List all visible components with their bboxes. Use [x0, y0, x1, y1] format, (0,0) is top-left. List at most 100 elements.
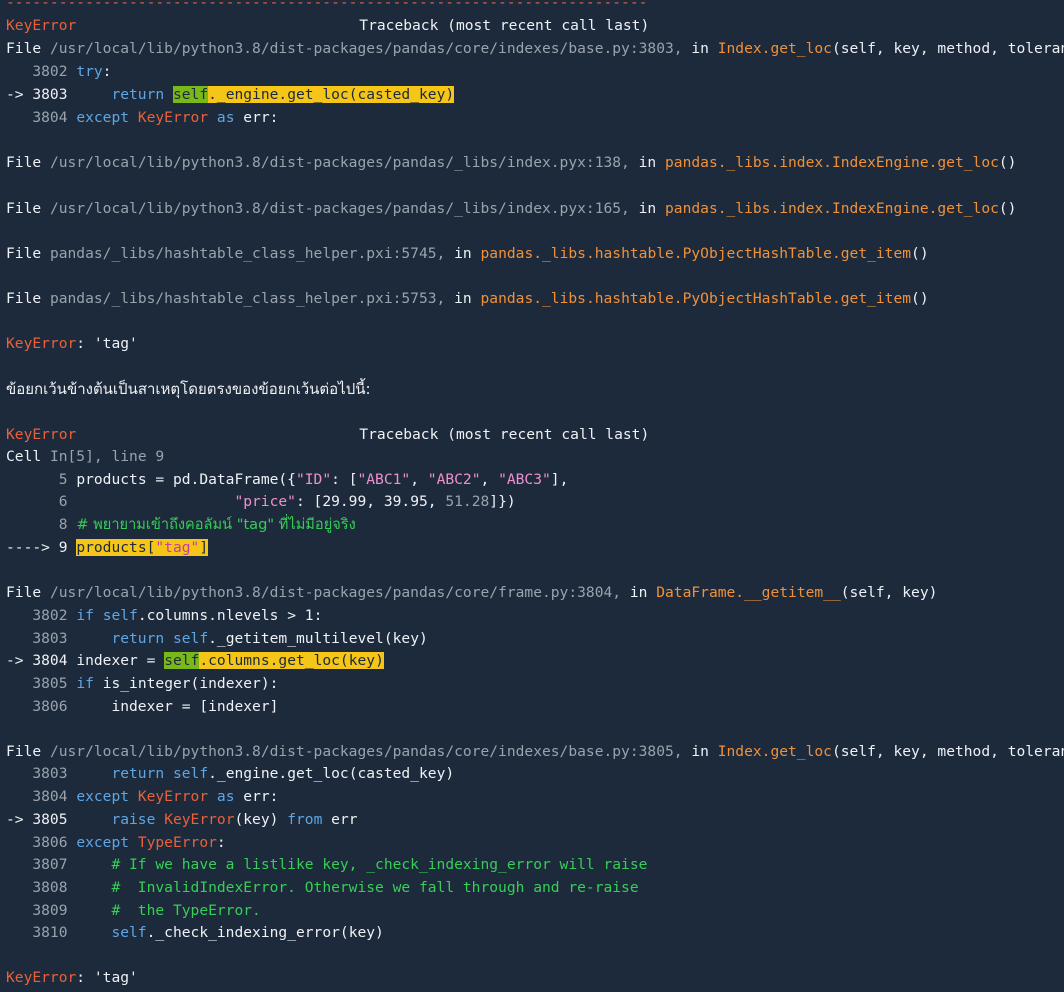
- code-line: 3804 except KeyError as err:: [6, 786, 278, 808]
- line-number: 3807: [6, 856, 68, 873]
- error-message: : 'tag': [76, 335, 138, 352]
- code-text: indexer =: [76, 652, 165, 669]
- keyword: if: [76, 607, 94, 624]
- file-path: /usr/local/lib/python3.8/dist-packages/p…: [49, 584, 622, 601]
- frame-file-line: File pandas/_libs/hashtable_class_helper…: [6, 288, 929, 310]
- function-args: (): [998, 200, 1017, 217]
- code-text: err: [331, 811, 358, 828]
- highlight-code: products[: [76, 539, 156, 556]
- file-path: /usr/local/lib/python3.8/dist-packages/p…: [49, 154, 630, 171]
- highlight-self: self: [164, 652, 200, 669]
- string-literal: "price": [234, 493, 296, 510]
- line-number: ----> 9: [6, 539, 68, 556]
- traceback-title: Traceback (most recent call last): [359, 426, 650, 443]
- code-text: ],: [550, 471, 569, 488]
- cell-line: Cell In[5], line 9: [6, 446, 164, 468]
- keyword: as: [216, 109, 235, 126]
- code-text: ._engine.get_loc(casted_key): [208, 765, 455, 782]
- line-number: 3802: [6, 607, 68, 624]
- number-literal: 51.28: [445, 493, 490, 510]
- code-line: 3807 # If we have a listlike key, _check…: [6, 854, 647, 876]
- frame-file-line: File /usr/local/lib/python3.8/dist-packa…: [6, 152, 1016, 174]
- line-number: -> 3805: [6, 811, 68, 828]
- traceback-header: KeyError Traceback (most recent call last…: [6, 15, 649, 37]
- in-label: in: [454, 245, 472, 262]
- line-number: 3804: [6, 109, 68, 126]
- cell-label: Cell: [6, 448, 42, 465]
- in-label: in: [629, 584, 648, 601]
- final-error-line: KeyError: 'tag': [6, 967, 138, 989]
- code-line: 3808 # InvalidIndexError. Otherwise we f…: [6, 877, 639, 899]
- line-number: 3808: [6, 879, 68, 896]
- code-text: indexer = [indexer]: [111, 698, 279, 715]
- frame-file-line: File /usr/local/lib/python3.8/dist-packa…: [6, 198, 1016, 220]
- code-line: 3809 # the TypeError.: [6, 900, 261, 922]
- line-number: 3804: [6, 788, 68, 805]
- file-label: File: [6, 200, 42, 217]
- line-number: -> 3803: [6, 86, 68, 103]
- self-keyword: self: [111, 924, 147, 941]
- keyword: if: [76, 675, 94, 692]
- chained-exception-message: ข้อยกเว้นข้างต้นเป็นสาเหตุโดยตรงของข้อยก…: [6, 380, 371, 398]
- comment: # InvalidIndexError. Otherwise we fall t…: [111, 879, 639, 896]
- code-line: 3803 return self._getitem_multilevel(key…: [6, 628, 428, 650]
- code-line: 3803 return self._engine.get_loc(casted_…: [6, 763, 454, 785]
- function-name: pandas._libs.hashtable.PyObjectHashTable…: [480, 245, 912, 262]
- keyword: from: [287, 811, 323, 828]
- code-text: is_integer(indexer):: [102, 675, 279, 692]
- comment: # the TypeError.: [111, 902, 261, 919]
- keyword: as: [216, 788, 235, 805]
- code-text: (key): [234, 811, 279, 828]
- function-name: pandas._libs.hashtable.PyObjectHashTable…: [480, 290, 912, 307]
- file-path: /usr/local/lib/python3.8/dist-packages/p…: [49, 743, 683, 760]
- code-text: ._check_indexing_error(key): [146, 924, 384, 941]
- highlight-self: self: [172, 86, 209, 103]
- code-line: 3806 indexer = [indexer]: [6, 696, 278, 718]
- traceback-output: ----------------------------------------…: [0, 0, 1064, 992]
- string-literal: "ABC3": [498, 471, 551, 488]
- file-label: File: [6, 584, 42, 601]
- traceback-header: KeyError Traceback (most recent call last…: [6, 424, 649, 446]
- code-line-current: -> 3805 raise KeyError(key) from err: [6, 809, 358, 831]
- self-keyword: self: [172, 765, 209, 782]
- highlight-code: .columns.get_loc(key): [199, 652, 384, 669]
- file-label: File: [6, 40, 42, 57]
- code-text: err:: [243, 788, 279, 805]
- file-label: File: [6, 154, 42, 171]
- exception-name: KeyError: [137, 109, 209, 126]
- line-number: 3810: [6, 924, 68, 941]
- function-args: (self, key): [840, 584, 938, 601]
- function-name: pandas._libs.index.IndexEngine.get_loc: [665, 154, 999, 171]
- file-path: pandas/_libs/hashtable_class_helper.pxi:…: [49, 245, 446, 262]
- keyword: except: [76, 834, 130, 851]
- line-number: 3803: [6, 765, 68, 782]
- function-args: (self, key, method, tolerance): [831, 40, 1064, 57]
- function-name: DataFrame.__getitem__: [656, 584, 841, 601]
- highlight-code: ._engine.get_loc(casted_key): [208, 86, 455, 103]
- code-text: :: [216, 834, 226, 851]
- code-text: err:: [243, 109, 279, 126]
- frame-file-line: File /usr/local/lib/python3.8/dist-packa…: [6, 582, 937, 604]
- code-text: ._getitem_multilevel(key): [208, 630, 428, 647]
- keyword: except: [76, 788, 130, 805]
- frame-file-line: File /usr/local/lib/python3.8/dist-packa…: [6, 38, 1064, 60]
- string-literal: "ABC1": [357, 471, 411, 488]
- line-number: 3806: [6, 698, 68, 715]
- comment: # พยายามเข้าถึงคอลัมน์ "tag" ที่ไม่มีอยู…: [76, 516, 356, 533]
- function-args: (): [911, 245, 929, 262]
- self-keyword: self: [172, 630, 209, 647]
- error-type: KeyError: [6, 17, 77, 34]
- in-label: in: [691, 743, 709, 760]
- function-args: (): [911, 290, 929, 307]
- code-text: ,: [480, 471, 499, 488]
- code-line: 3802 if self.columns.nlevels > 1:: [6, 605, 322, 627]
- keyword: return: [111, 86, 165, 103]
- keyword: except: [76, 109, 130, 126]
- keyword: try: [76, 63, 103, 80]
- file-label: File: [6, 290, 42, 307]
- code-text: : [: [331, 471, 358, 488]
- exception-name: KeyError: [164, 811, 235, 828]
- keyword: raise: [111, 811, 156, 828]
- traceback-title: Traceback (most recent call last): [359, 17, 650, 34]
